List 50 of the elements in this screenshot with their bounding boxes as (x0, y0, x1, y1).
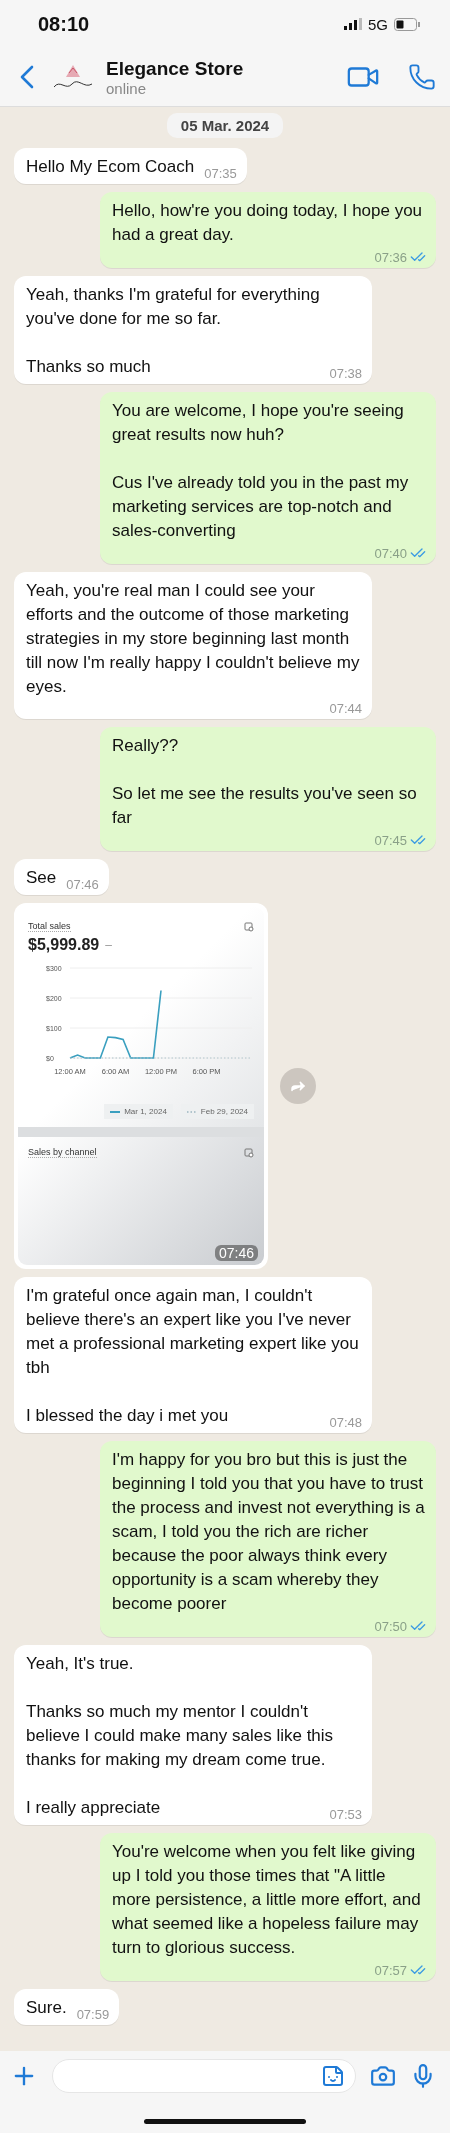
message-time: 07:48 (329, 1415, 362, 1430)
message-time: 07:46 (214, 1245, 258, 1261)
message-text: Yeah, thanks I'm grateful for everything you've done for me so far. (26, 284, 321, 330)
network-label: 5G (368, 15, 388, 33)
message-text: You are welcome, I hope you're seeing great results now huh? (112, 400, 405, 446)
status-time: 08:10 (38, 12, 90, 36)
signal-icon (344, 18, 362, 30)
message-text: You're welcome when you felt like giving up I told you those times that "A little more persistence, a little more effort, and what seemed like a hopeless failure may turn to glorious success. (112, 1841, 422, 1959)
message-time: 07:45 (374, 832, 407, 848)
message-text: See (26, 867, 57, 889)
message-text: Yeah, you're real man I could see your efforts and the outcome of those marketing strategies in my store beginning last month till now I'm really happy I couldn't believe my eyes. (26, 580, 361, 698)
message-text: Thanks so much my mentor I couldn't believe I could make many sales like this thanks for making my dream come true. (26, 1701, 335, 1771)
message-text: Thanks so much (26, 356, 151, 378)
legend-item: Mar 1, 2024 (104, 1104, 173, 1119)
message-text: Really?? (112, 735, 180, 757)
call-button[interactable] (408, 63, 436, 91)
message-time: 07:36 (374, 249, 407, 265)
export-icon (244, 1147, 254, 1158)
message-time: 07:50 (374, 1618, 407, 1634)
date-chip: 05 Mar. 2024 (166, 113, 284, 138)
message-text: I'm happy for you bro but this is just the beginning I told you that you have to trust the process and invest not everything is a scam, I told you the rich are richer because the poor always think every opportunity is a scam whereby they become poorer (112, 1449, 426, 1615)
message-time: 07:59 (76, 2007, 110, 2022)
message-text: So let me see the results you've seen so far (112, 783, 418, 829)
battery-icon (394, 17, 420, 31)
card-title: Sales by channel (28, 1147, 97, 1158)
message-text: Sure. (26, 1997, 67, 2019)
message-time: 07:35 (204, 166, 237, 181)
message-text: I blessed the day i met you (26, 1405, 229, 1427)
message-time: 07:38 (329, 366, 362, 381)
message-text: Yeah, It's true. (26, 1653, 135, 1675)
message-text: I really appreciate (26, 1797, 161, 1819)
message-time: 07:44 (329, 701, 362, 716)
contact-status: online (106, 79, 148, 97)
change-value: – (105, 938, 112, 952)
message-text: Hello, how're you doing today, I hope you had a great day. (112, 200, 424, 246)
camera-button[interactable] (370, 2063, 396, 2089)
message-text: Cus I've already told you in the past my marketing services are top-notch and sales-converting (112, 472, 410, 542)
message-time: 07:57 (374, 1962, 407, 1978)
message-text: Hello My Ecom Coach (26, 156, 195, 178)
message-time: 07:53 (329, 1807, 362, 1822)
sticker-icon[interactable] (321, 2064, 345, 2088)
legend-line-icon (110, 1110, 121, 1113)
message-text: I'm grateful once again man, I couldn't believe there's an expert like you I've never met a professional marketing expert like you tbh (26, 1285, 360, 1379)
total-value: $5,999.89 (28, 936, 100, 954)
message-input[interactable] (52, 2059, 356, 2093)
message-time: 07:46 (66, 877, 99, 892)
message-time: 07:40 (374, 545, 407, 561)
card-title: Total sales (28, 921, 71, 932)
contact-name: Elegance Store (106, 57, 245, 80)
export-icon (244, 921, 254, 932)
